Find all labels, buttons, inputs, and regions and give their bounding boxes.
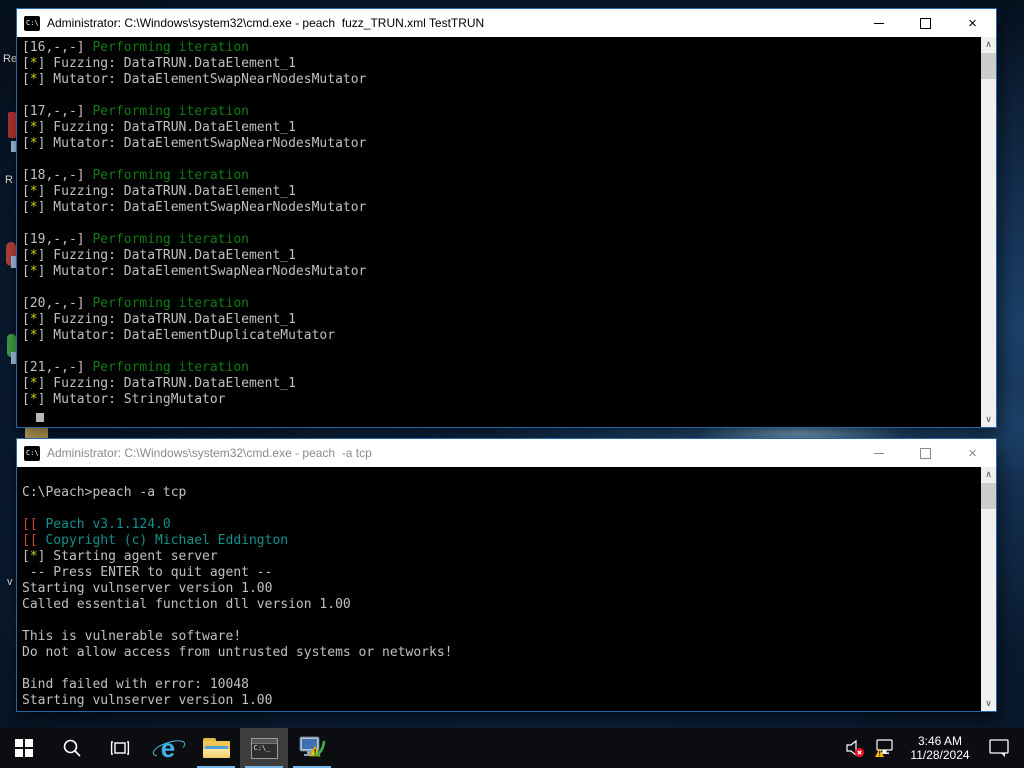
speaker-muted-icon — [844, 737, 866, 759]
console-line: Starting vulnserver version 1.00 — [22, 693, 981, 709]
network-status-button[interactable] — [870, 728, 900, 768]
scrollbar-thumb[interactable] — [981, 53, 996, 79]
windows-logo-icon — [15, 739, 33, 757]
console-line: [18,-,-] Performing iteration — [22, 168, 981, 184]
maximize-button[interactable] — [902, 439, 949, 467]
desktop-icon-label-fragment: R — [5, 174, 13, 186]
console-line: [19,-,-] Performing iteration — [22, 232, 981, 248]
console-line: [16,-,-] Performing iteration — [22, 40, 981, 56]
scroll-up-icon[interactable]: ∧ — [981, 37, 996, 52]
console-line: [*] Fuzzing: DataTRUN.DataElement_1 — [22, 312, 981, 328]
console-line — [22, 613, 981, 629]
network-warning-icon — [873, 737, 897, 759]
console-line — [22, 501, 981, 517]
text-cursor — [36, 413, 44, 422]
console-line: -- Press ENTER to quit agent -- — [22, 565, 981, 581]
console-line — [22, 344, 981, 360]
console-line: [*] Fuzzing: DataTRUN.DataElement_1 — [22, 120, 981, 136]
cmd-icon: C:\_ — [251, 738, 278, 759]
clock-date: 11/28/2024 — [904, 748, 976, 762]
minimize-icon — [874, 453, 884, 454]
action-center-button[interactable] — [980, 728, 1018, 768]
close-button[interactable]: × — [949, 439, 996, 467]
minimize-button[interactable] — [855, 9, 902, 37]
scroll-down-icon[interactable]: ∨ — [981, 412, 996, 427]
desktop-icon-label-fragment: v — [7, 576, 13, 588]
console-line: [*] Fuzzing: DataTRUN.DataElement_1 — [22, 184, 981, 200]
folder-icon — [203, 738, 230, 758]
console-line: [21,-,-] Performing iteration — [22, 360, 981, 376]
console-line: C:\Peach>peach -a tcp — [22, 485, 981, 501]
console-line: Do not allow access from untrusted syste… — [22, 645, 981, 661]
console-line: [[ Copyright (c) Michael Eddington — [22, 533, 981, 549]
search-button[interactable] — [48, 728, 96, 768]
close-button[interactable]: × — [949, 9, 996, 37]
scroll-up-icon[interactable]: ∧ — [981, 467, 996, 482]
console-line: Starting vulnserver version 1.00 — [22, 581, 981, 597]
internet-explorer-button[interactable]: e — [144, 728, 192, 768]
start-button[interactable] — [0, 728, 48, 768]
vertical-scrollbar[interactable]: ∧ ∨ — [981, 37, 996, 427]
titlebar[interactable]: C:\ Administrator: C:\Windows\system32\c… — [17, 439, 996, 467]
minimize-icon — [874, 23, 884, 24]
maximize-icon — [920, 18, 931, 29]
console-line: [20,-,-] Performing iteration — [22, 296, 981, 312]
console-output: [16,-,-] Performing iteration[*] Fuzzing… — [17, 37, 981, 427]
taskbar-clock[interactable]: 3:46 AM 11/28/2024 — [900, 734, 980, 762]
console-line: [17,-,-] Performing iteration — [22, 104, 981, 120]
minimize-button[interactable] — [855, 439, 902, 467]
clock-time: 3:46 AM — [904, 734, 976, 748]
console-line: [*] Fuzzing: DataTRUN.DataElement_1 — [22, 376, 981, 392]
cmd-window-agent: C:\ Administrator: C:\Windows\system32\c… — [16, 438, 997, 712]
vertical-scrollbar[interactable]: ∧ ∨ — [981, 467, 996, 711]
close-icon: × — [968, 446, 977, 461]
console-line: [*] Mutator: DataElementDuplicateMutator — [22, 328, 981, 344]
scrollbar-thumb[interactable] — [981, 483, 996, 509]
console-line: [*] Mutator: DataElementSwapNearNodesMut… — [22, 72, 981, 88]
console-line: [*] Starting agent server — [22, 549, 981, 565]
console-line: [*] Mutator: DataElementSwapNearNodesMut… — [22, 264, 981, 280]
vulnserver-taskbar-button[interactable] — [288, 728, 336, 768]
taskbar: e C:\_ — [0, 728, 1024, 768]
action-center-icon — [987, 736, 1011, 760]
console-line: [*] Fuzzing: DataTRUN.DataElement_1 — [22, 56, 981, 72]
app-monitor-warning-icon — [299, 736, 326, 760]
task-view-button[interactable] — [96, 728, 144, 768]
task-view-icon — [110, 738, 130, 758]
console-line — [22, 152, 981, 168]
system-tray: 3:46 AM 11/28/2024 — [840, 728, 1024, 768]
console-line: Called essential function dll version 1.… — [22, 597, 981, 613]
console-line: [*] Mutator: StringMutator — [22, 392, 981, 408]
scroll-down-icon[interactable]: ∨ — [981, 696, 996, 711]
maximize-button[interactable] — [902, 9, 949, 37]
internet-explorer-icon: e — [154, 734, 182, 762]
console-line — [22, 88, 981, 104]
cmd-taskbar-button[interactable]: C:\_ — [240, 728, 288, 768]
window-title: Administrator: C:\Windows\system32\cmd.e… — [47, 16, 855, 30]
cmd-icon: C:\ — [24, 446, 40, 461]
desktop-icon-fragment — [25, 428, 48, 438]
console-line: This is vulnerable software! — [22, 629, 981, 645]
console-line: [*] Mutator: DataElementSwapNearNodesMut… — [22, 200, 981, 216]
titlebar[interactable]: C:\ Administrator: C:\Windows\system32\c… — [17, 9, 996, 37]
desktop-icon-label-fragment: Re — [3, 53, 17, 65]
window-title: Administrator: C:\Windows\system32\cmd.e… — [47, 446, 855, 460]
console-output: C:\Peach>peach -a tcp [[ Peach v3.1.124.0… — [17, 467, 981, 711]
file-explorer-button[interactable] — [192, 728, 240, 768]
cmd-window-fuzzer: C:\ Administrator: C:\Windows\system32\c… — [16, 8, 997, 428]
console-line: [[ Peach v3.1.124.0 — [22, 517, 981, 533]
cmd-icon: C:\ — [24, 16, 40, 31]
desktop-icon-fragment — [8, 112, 16, 138]
console-line — [22, 216, 981, 232]
console-line: [*] Mutator: DataElementSwapNearNodesMut… — [22, 136, 981, 152]
console-line: Bind failed with error: 10048 — [22, 677, 981, 693]
volume-muted-button[interactable] — [840, 728, 870, 768]
console-line — [22, 661, 981, 677]
console-line — [22, 280, 981, 296]
maximize-icon — [920, 448, 931, 459]
search-icon — [62, 738, 82, 758]
console-line: [*] Fuzzing: DataTRUN.DataElement_1 — [22, 248, 981, 264]
close-icon: × — [968, 16, 977, 31]
